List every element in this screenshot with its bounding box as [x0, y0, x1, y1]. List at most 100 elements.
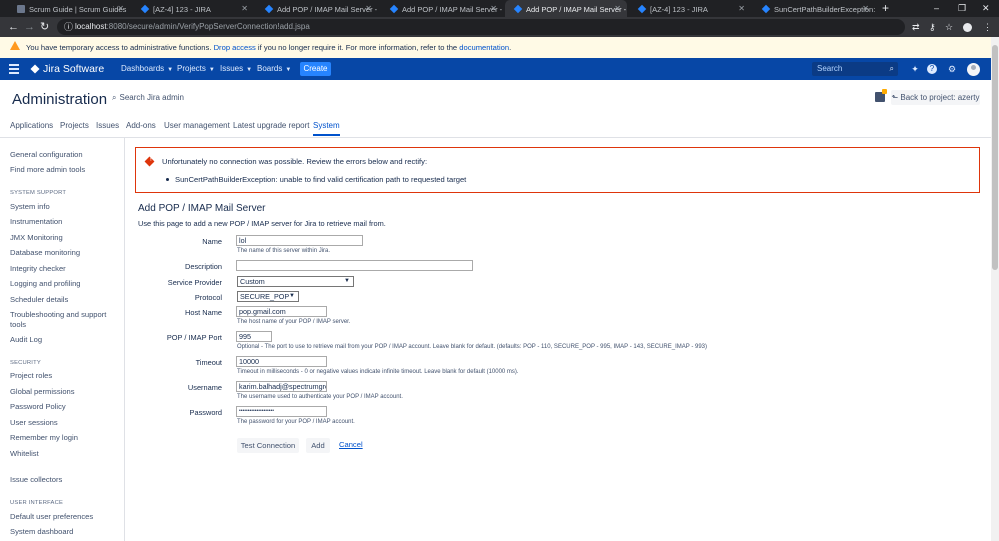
star-icon[interactable]: ☆: [945, 17, 953, 37]
header-search-input[interactable]: Search ⌕: [812, 62, 898, 76]
close-tab-icon[interactable]: ✕: [738, 0, 745, 17]
tab-add-ons[interactable]: Add-ons: [126, 117, 156, 134]
sidebar-item-integrity-checker[interactable]: Integrity checker: [10, 264, 120, 274]
url-text: localhost:8080/secure/admin/VerifyPopSer…: [75, 22, 310, 31]
sidebar-item-instrumentation[interactable]: Instrumentation: [10, 217, 120, 227]
scrollbar-thumb[interactable]: [992, 45, 998, 270]
new-tab-button[interactable]: +: [882, 0, 889, 17]
sidebar-item-project-roles[interactable]: Project roles: [10, 371, 120, 381]
sidebar-item-global-permissions[interactable]: Global permissions: [10, 387, 120, 397]
tab-system[interactable]: System: [313, 117, 340, 136]
sidebar-item-remember-my-login[interactable]: Remember my login: [10, 433, 120, 443]
browser-tab[interactable]: Scrum Guide | Scrum Guides ✕: [8, 0, 130, 17]
jira-favicon-icon: [513, 4, 523, 14]
username-label: Username: [187, 383, 222, 392]
sidebar-item-find-more-admin-tools[interactable]: Find more admin tools: [10, 165, 120, 175]
service-provider-select[interactable]: Custom ▼: [237, 276, 354, 287]
close-tab-icon[interactable]: ✕: [490, 0, 497, 17]
forward-arrow-icon[interactable]: →: [24, 17, 35, 37]
browser-tab[interactable]: [AZ-4] 123 - JIRA ✕: [629, 0, 751, 17]
close-tab-icon[interactable]: ✕: [365, 0, 372, 17]
menu-dots-icon[interactable]: ⋮: [983, 17, 992, 37]
name-field[interactable]: lol: [236, 235, 363, 246]
cancel-link[interactable]: Cancel: [339, 440, 363, 450]
service-provider-label: Service Provider: [167, 278, 222, 287]
protocol-select[interactable]: SECURE_POP ▼: [237, 291, 299, 302]
key-icon[interactable]: ⚷: [929, 17, 936, 37]
tab-latest-upgrade-report[interactable]: Latest upgrade report: [233, 117, 310, 134]
browser-tab[interactable]: SunCertPathBuilderException: un ✕: [753, 0, 875, 17]
sidebar-item-user-sessions[interactable]: User sessions: [10, 418, 120, 428]
sidebar-item-whitelist[interactable]: Whitelist: [10, 449, 120, 459]
profile-icon[interactable]: [963, 23, 972, 32]
documentation-link[interactable]: documentation: [459, 43, 509, 52]
sidebar-item-system-info[interactable]: System info: [10, 202, 120, 212]
browser-tab-active[interactable]: Add POP / IMAP Mail Server - JIR✕: [505, 0, 627, 17]
host-name-field[interactable]: pop.gmail.com: [236, 306, 327, 317]
jira-logo[interactable]: Jira Software: [30, 58, 104, 80]
sidebar-item-general-configuration[interactable]: General configuration: [10, 150, 120, 160]
search-icon: ⌕: [112, 93, 117, 102]
sidebar-item-troubleshooting[interactable]: Troubleshooting and support tools: [10, 310, 114, 330]
admin-access-banner: You have temporary access to administrat…: [0, 37, 991, 58]
translate-icon[interactable]: ⇄: [912, 17, 920, 37]
minimize-button[interactable]: –: [934, 0, 939, 17]
browser-tab[interactable]: Add POP / IMAP Mail Server - JIR✕: [256, 0, 378, 17]
timeout-field[interactable]: 10000: [236, 356, 327, 367]
password-help: The password for your POP / IMAP account…: [237, 419, 355, 425]
sidebar-item-default-user-preferences[interactable]: Default user preferences: [10, 512, 120, 522]
name-label: Name: [202, 237, 222, 246]
jira-favicon-icon: [761, 4, 771, 14]
password-field[interactable]: ••••••••••••••••••••: [236, 406, 327, 417]
error-icon: [144, 156, 155, 167]
close-tab-icon[interactable]: ✕: [862, 0, 869, 17]
test-connection-button[interactable]: Test Connection: [237, 438, 299, 453]
nav-boards[interactable]: Boards ▼: [257, 58, 291, 81]
address-bar[interactable]: ⓘ localhost:8080/secure/admin/VerifyPopS…: [57, 19, 905, 35]
sidebar-item-issue-collectors[interactable]: Issue collectors: [10, 475, 120, 485]
sidebar-item-logging-and-profiling[interactable]: Logging and profiling: [10, 279, 120, 289]
jira-favicon-icon: [389, 4, 399, 14]
maximize-button[interactable]: ❐: [958, 0, 966, 17]
avatar[interactable]: [967, 63, 980, 76]
tab-applications[interactable]: Applications: [10, 117, 53, 134]
gear-icon[interactable]: ⚙: [945, 62, 959, 76]
timeout-help: Timeout in milliseconds - 0 or negative …: [237, 369, 519, 375]
drop-access-link[interactable]: Drop access: [214, 43, 256, 52]
reload-icon[interactable]: ↻: [40, 17, 49, 37]
back-arrow-icon[interactable]: ←: [8, 17, 19, 37]
description-field[interactable]: [236, 260, 473, 271]
browser-tab[interactable]: [AZ-4] 123 - JIRA ✕: [132, 0, 254, 17]
sidebar-item-system-dashboard[interactable]: System dashboard: [10, 527, 120, 537]
close-window-button[interactable]: ✕: [982, 0, 990, 17]
tab-issues[interactable]: Issues: [96, 117, 119, 134]
sidebar-item-password-policy[interactable]: Password Policy: [10, 402, 120, 412]
sidebar-item-audit-log[interactable]: Audit Log: [10, 335, 120, 345]
create-button[interactable]: Create: [300, 62, 331, 76]
close-tab-icon[interactable]: ✕: [614, 0, 621, 17]
description-label: Description: [185, 262, 222, 271]
chevron-down-icon: ▼: [285, 67, 292, 73]
site-info-icon[interactable]: ⓘ: [64, 19, 73, 35]
tab-user-management[interactable]: User management: [164, 117, 230, 134]
back-to-project-button[interactable]: ⬑ Back to project: azerty: [891, 90, 980, 105]
sidebar-item-scheduler-details[interactable]: Scheduler details: [10, 295, 120, 305]
add-button[interactable]: Add: [306, 438, 330, 453]
nav-dashboards[interactable]: Dashboards ▼: [121, 58, 173, 81]
close-tab-icon[interactable]: ✕: [117, 0, 124, 17]
nav-issues[interactable]: Issues ▼: [220, 58, 252, 81]
chevron-down-icon: ▼: [167, 67, 174, 73]
browser-tab[interactable]: Add POP / IMAP Mail Server - JIR✕: [381, 0, 503, 17]
close-tab-icon[interactable]: ✕: [241, 0, 248, 17]
notifications-icon[interactable]: ✦: [908, 62, 922, 76]
admin-search[interactable]: ⌕ Search Jira admin: [112, 93, 184, 103]
sidebar-item-jmx-monitoring[interactable]: JMX Monitoring: [10, 233, 120, 243]
help-icon[interactable]: ?: [927, 64, 937, 74]
username-field[interactable]: karim.balhadj@spectrumgro: [236, 381, 327, 392]
tab-projects[interactable]: Projects: [60, 117, 89, 134]
app-switcher-icon[interactable]: [9, 64, 19, 76]
port-field[interactable]: 995: [236, 331, 272, 342]
sidebar-item-database-monitoring[interactable]: Database monitoring: [10, 248, 120, 258]
divider: [0, 137, 991, 138]
nav-projects[interactable]: Projects ▼: [177, 58, 215, 81]
